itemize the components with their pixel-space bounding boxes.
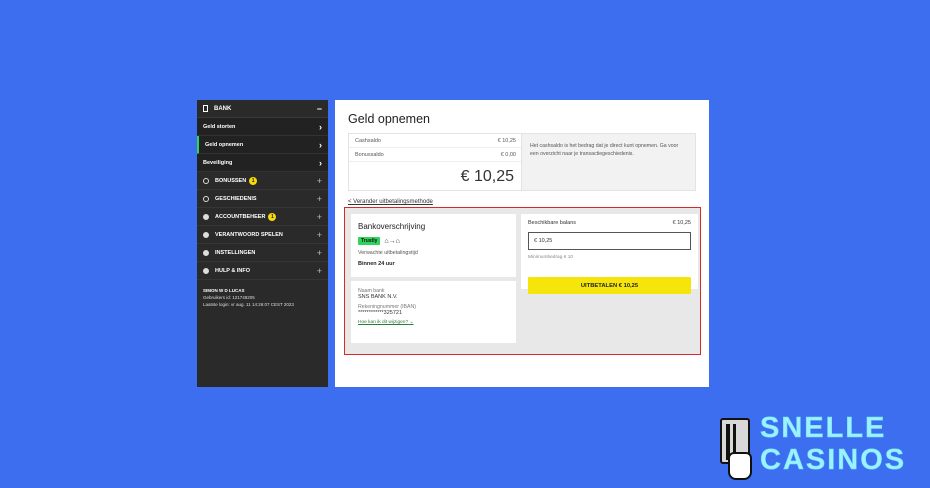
change-account-link-label: Hoe kan ik dit wijzigen? [358,320,409,325]
logo-text: SNELLE CASINOS [760,412,907,477]
chevron-down-icon: ⌄ [409,320,414,325]
change-method-link[interactable]: < Verander uitbetalingsmethode [348,199,433,205]
sidebar-item-label: HULP & INFO [215,267,251,274]
withdraw-form-top: Beschikbare balans € 10,25 € 10,25 Minim… [521,214,698,294]
expand-icon[interactable]: + [317,248,322,258]
account-sidebar: BANK − Geld storten › Geld opnemen › Bev… [197,100,328,387]
hand-icon [728,452,752,480]
sidebar-item-label: Geld storten [203,123,236,130]
expand-icon[interactable]: + [317,230,322,240]
logo-line-2: CASINOS [760,444,907,477]
method-title: Bankoverschrijving [358,222,426,231]
sidebar-item-label: Beveiliging [203,159,233,166]
shield-check-icon [203,231,209,238]
expand-icon[interactable]: + [317,266,322,276]
user-name: SIMON W D LUCAS [203,288,245,293]
expand-icon[interactable]: + [317,176,322,186]
sidebar-item-accountbeheer[interactable]: ACCOUNTBEHEER 1 + [197,208,328,226]
sidebar-item-beveiliging[interactable]: Beveiliging › [197,154,328,172]
bonus-balance-row: Bonussaldo € 0,00 [349,148,522,162]
sidebar-bank-label: BANK [214,105,232,112]
sidebar-item-label: VERANTWOORD SPELEN [215,231,283,238]
history-icon [203,195,209,202]
payout-method-frame: Bankoverschrijving Trustly ⌂→⌂ Verwachte… [344,207,701,355]
expected-time-value: Binnen 24 uur [358,261,395,267]
logo-line-1: SNELLE [760,412,887,445]
chevron-right-icon: › [319,139,322,150]
bank-account-details: Naam bank SNS BANK N.V. Rekeningnummer (… [351,281,516,343]
sidebar-item-label: GESCHIEDENIS [215,195,257,202]
iban-value: ************325721 [358,310,403,316]
bank-name-value: SNS BANK N.V. [358,294,398,300]
sidebar-item-geld-opnemen[interactable]: Geld opnemen › [197,136,328,154]
bank-icon [203,105,208,112]
cash-balance-value: € 10,25 [497,137,516,144]
trustly-logo: Trustly [358,237,381,245]
notification-badge: 1 [249,176,258,185]
cash-balance-label: Cashsaldo [355,137,381,144]
notification-badge: 1 [268,212,277,221]
page-title: Geld opnemen [348,112,431,126]
sidebar-item-instellingen[interactable]: INSTELLINGEN + [197,244,328,262]
bonus-balance-value: € 0,00 [500,151,516,158]
provider-row: Trustly ⌂→⌂ [358,237,509,245]
sidebar-item-verantwoord-spelen[interactable]: VERANTWOORD SPELEN + [197,226,328,244]
change-account-link[interactable]: Hoe kan ik dit wijzigen? ⌄ [358,320,509,325]
snelle-casinos-logo: SNELLE CASINOS [716,412,926,484]
info-icon [203,267,209,274]
balance-info-text: Het cashsaldo is het bedrag dat je direc… [521,133,696,191]
gear-icon [203,249,209,256]
minimum-amount-text: Minimumbedrag € 10 [528,255,574,260]
available-balance-label: Beschikbare balans [528,220,577,226]
method-details-card: Bankoverschrijving Trustly ⌂→⌂ Verwachte… [351,214,516,343]
expand-icon[interactable]: + [317,194,322,204]
sidebar-item-label: INSTELLINGEN [215,249,256,256]
withdraw-button[interactable]: UITBETALEN € 10,25 [528,277,691,294]
chevron-right-icon: › [319,121,322,132]
sidebar-item-label: BONUSSEN [215,177,247,184]
user-info: SIMON W D LUCAS Gebruikers id: 121748205… [197,280,328,315]
sidebar-item-hulp-info[interactable]: HULP & INFO + [197,262,328,280]
withdraw-panel: Geld opnemen Cashsaldo € 10,25 Bonussald… [335,100,709,387]
method-summary: Bankoverschrijving Trustly ⌂→⌂ Verwachte… [351,214,516,277]
expand-icon[interactable]: + [317,212,322,222]
bank-transfer-icon: ⌂→⌂ [384,237,400,245]
sidebar-item-bonussen[interactable]: BONUSSEN 1 + [197,172,328,190]
balance-summary: Cashsaldo € 10,25 Bonussaldo € 0,00 € 10… [348,133,523,191]
available-balance-value: € 10,25 [672,220,691,226]
gift-icon [203,177,209,184]
sidebar-item-label: ACCOUNTBEHEER [215,213,266,220]
user-id: Gebruikers id: 121748205 [203,295,255,300]
bonus-balance-label: Bonussaldo [355,151,384,158]
amount-input[interactable]: € 10,25 [528,232,691,250]
sidebar-bank-header[interactable]: BANK − [197,100,328,118]
total-balance: € 10,25 [460,168,514,185]
sidebar-item-geschiedenis[interactable]: GESCHIEDENIS + [197,190,328,208]
cash-balance-row: Cashsaldo € 10,25 [349,134,522,148]
user-icon [203,213,209,220]
available-balance-row: Beschikbare balans € 10,25 [528,220,691,226]
last-login: Laatste login: vr aug. 11 14:26:07 CEST … [203,302,294,307]
sidebar-item-geld-storten[interactable]: Geld storten › [197,118,328,136]
sidebar-item-label: Geld opnemen [205,141,244,148]
chevron-right-icon: › [319,157,322,168]
collapse-icon[interactable]: − [317,104,322,114]
withdraw-form: Beschikbare balans € 10,25 € 10,25 Minim… [521,214,698,343]
expected-time-label: Verwachte uitbetalingstijd [358,250,418,256]
